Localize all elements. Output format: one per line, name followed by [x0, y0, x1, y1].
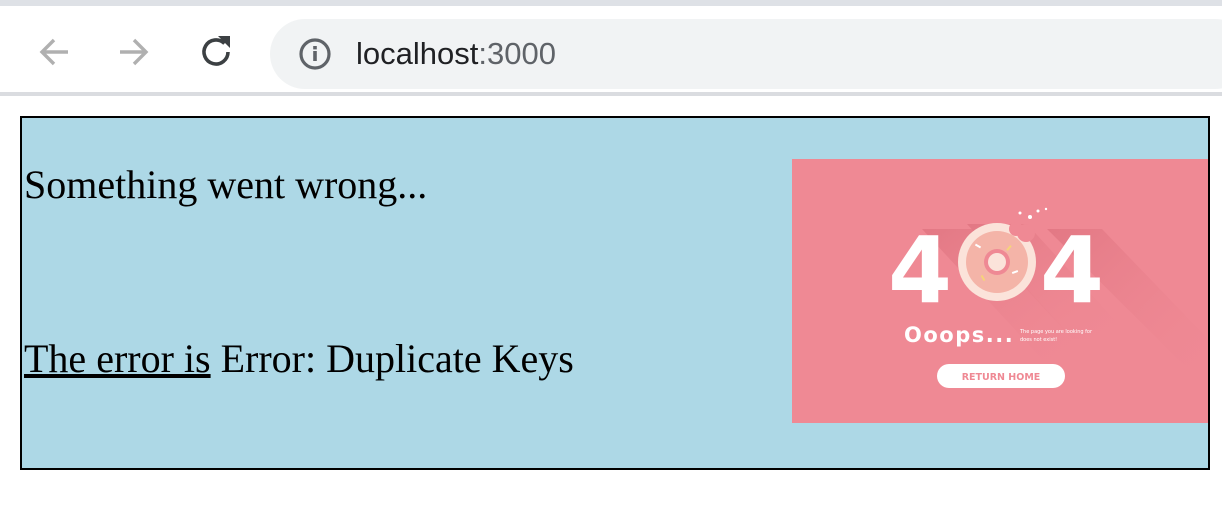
info-icon[interactable]: [298, 37, 332, 71]
address-bar[interactable]: localhost:3000: [270, 19, 1222, 89]
arrow-right-icon: [120, 38, 149, 66]
reload-button[interactable]: [196, 32, 236, 72]
url-text[interactable]: localhost:3000: [356, 34, 556, 74]
return-home-button: RETURN HOME: [937, 364, 1065, 388]
illustration-subtext-2: does not exist!: [1020, 337, 1057, 343]
url-port: :3000: [478, 36, 556, 71]
error-title: Something went wrong...: [24, 162, 428, 207]
toolbar-divider: [0, 92, 1222, 96]
code-digit-right: 4: [1040, 217, 1104, 324]
forward-button[interactable]: [114, 32, 154, 72]
back-button[interactable]: [34, 32, 74, 72]
error-message: The error is Error: Duplicate Keys: [24, 335, 574, 383]
return-home-label: RETURN HOME: [962, 372, 1041, 383]
404-illustration: 4 4 Ooops... The page you are looking fo…: [792, 159, 1208, 423]
browser-toolbar: localhost:3000: [0, 6, 1222, 92]
error-boundary-container: Something went wrong... The error is Err…: [20, 116, 1210, 470]
reload-icon: [202, 36, 230, 66]
illustration-subtext-1: The page you are looking for: [1019, 329, 1093, 335]
error-label: The error is: [24, 336, 211, 381]
illustration-headline: Ooops...: [904, 323, 1014, 347]
url-host: localhost: [356, 36, 479, 71]
error-detail: Error: Duplicate Keys: [210, 336, 574, 381]
arrow-left-icon: [39, 38, 68, 66]
code-digit-left: 4: [888, 217, 952, 324]
